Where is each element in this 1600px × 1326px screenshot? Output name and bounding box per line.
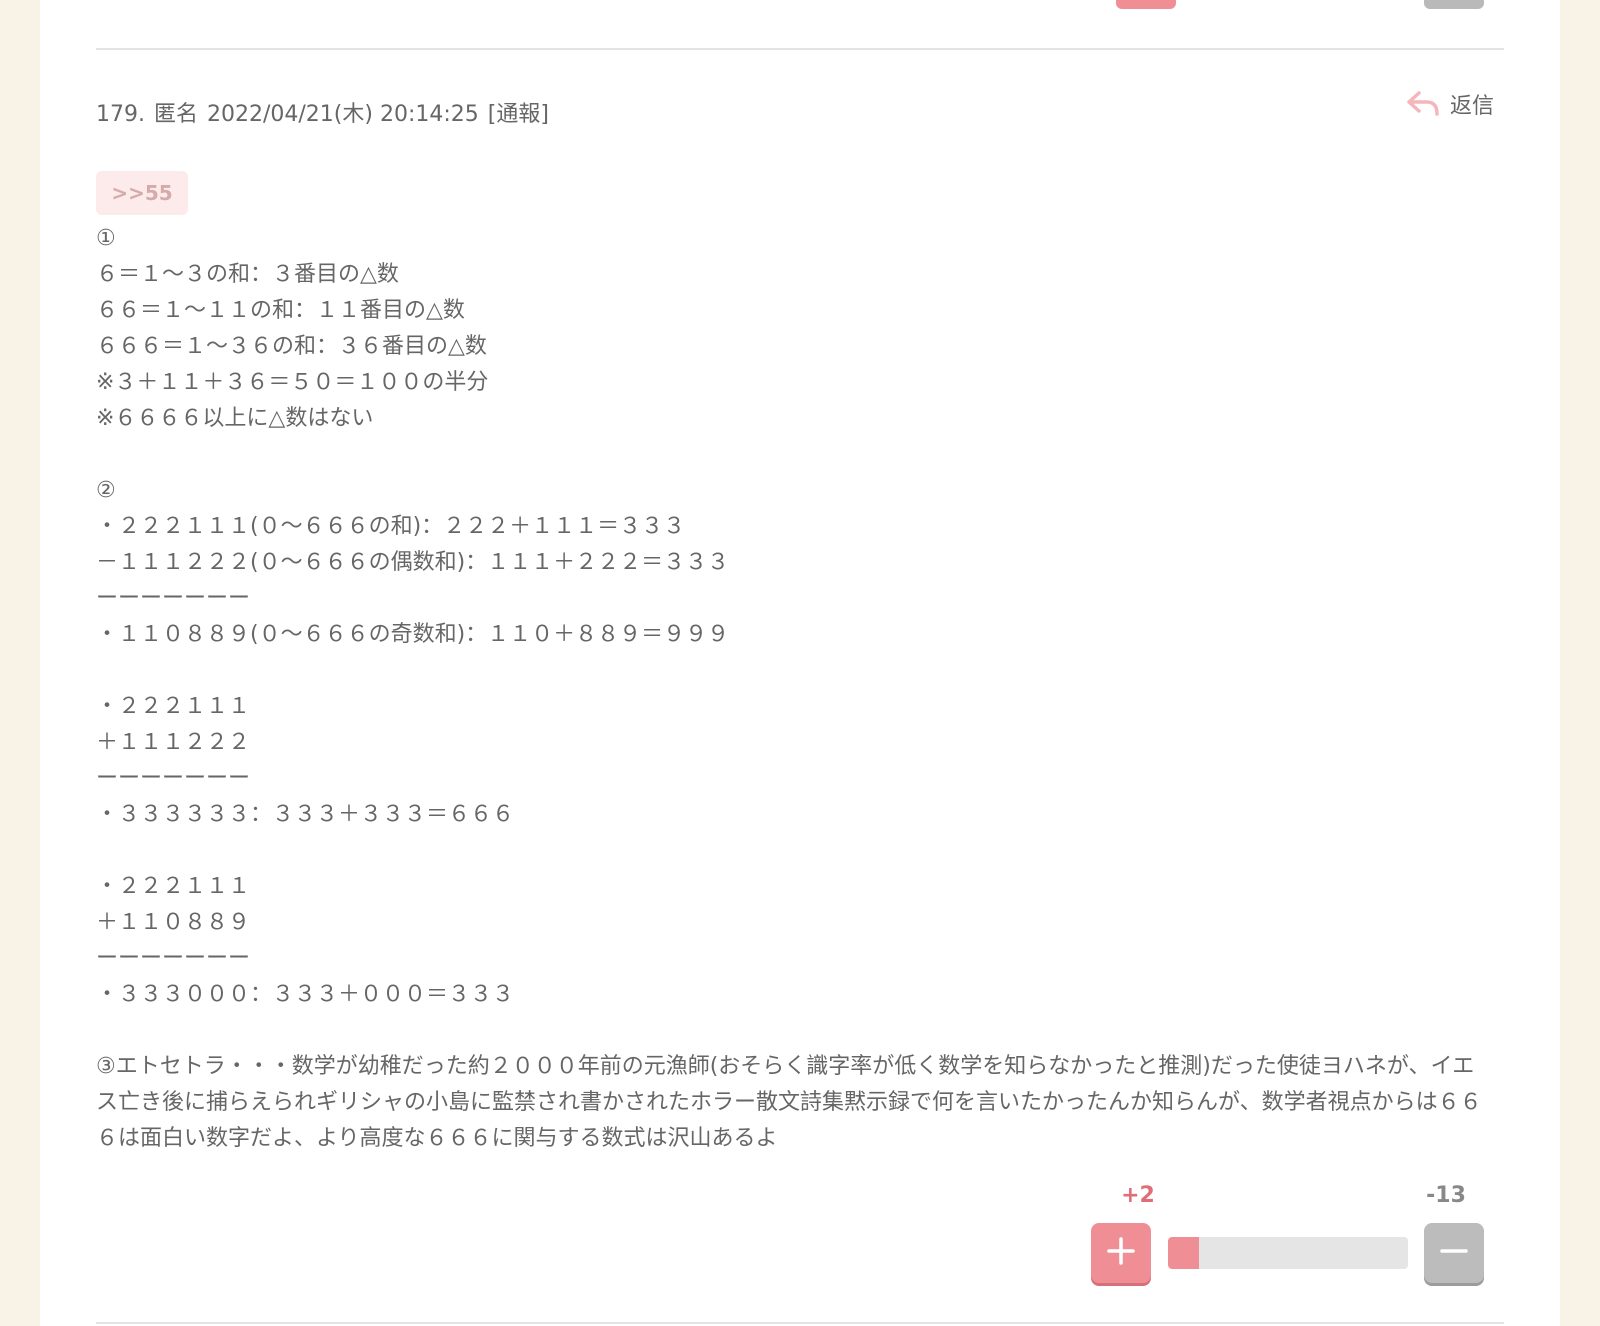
comment-body-line: ーーーーーーー bbox=[96, 946, 251, 971]
comment-page: 179. 匿名 2022/04/21(木) 20:14:25 [通報] 返信 >… bbox=[40, 0, 1560, 1326]
plus-vote-button[interactable] bbox=[1091, 1223, 1151, 1283]
comment-body-line: ６＝１～３の和：３番目の△数 bbox=[96, 262, 399, 287]
comment-body-line: ・２２２１１１ bbox=[96, 874, 251, 899]
comment-body: ① ６＝１～３の和：３番目の△数 ６６＝１～１１の和：１１番目の△数 ６６６＝１～３６… bbox=[96, 221, 1516, 1157]
vote-ratio-bar bbox=[1168, 1237, 1408, 1269]
comment-body-line: ６６＝１～１１の和：１１番目の△数 bbox=[96, 298, 465, 323]
plus-score: +2 bbox=[1121, 1183, 1155, 1208]
minus-icon bbox=[1439, 1236, 1469, 1270]
comment-body-line: ・３３３０００：３３３＋０００＝３３３ bbox=[96, 982, 515, 1007]
comment-body-line bbox=[96, 437, 1516, 473]
comment-divider-bottom bbox=[96, 1322, 1504, 1324]
comment-body-line: ・１１０８８９(０～６６６の奇数和)：１１０＋８８９＝９９９ bbox=[96, 622, 730, 647]
comment-body-line bbox=[96, 833, 1516, 869]
minus-score: -13 bbox=[1426, 1183, 1466, 1208]
previous-plus-button-edge[interactable] bbox=[1116, 0, 1176, 9]
comment-body-lines: ① ６＝１～３の和：３番目の△数 ６６＝１～１１の和：１１番目の△数 ６６６＝１～３６… bbox=[96, 221, 1516, 1049]
comment-body-line: ① bbox=[96, 226, 116, 251]
comment-body-line bbox=[96, 653, 1516, 689]
comment-body-line: ・３３３３３３：３３３＋３３３＝６６６ bbox=[96, 802, 515, 827]
comment-number: 179. bbox=[96, 102, 145, 127]
comment-body-line bbox=[96, 1013, 1516, 1049]
report-link[interactable]: [通報] bbox=[488, 102, 549, 127]
minus-vote-button[interactable] bbox=[1424, 1223, 1484, 1283]
comment-body-line: ② bbox=[96, 478, 116, 503]
comment-header: 179. 匿名 2022/04/21(木) 20:14:25 [通報] bbox=[96, 96, 551, 128]
comment-author: 匿名 bbox=[153, 102, 198, 127]
comment-body-line: ・２２２１１１ bbox=[96, 694, 251, 719]
plus-icon bbox=[1106, 1236, 1136, 1270]
comment-body-line: ※３＋１１＋３６＝５０＝１００の半分 bbox=[96, 370, 489, 395]
reply-label: 返信 bbox=[1449, 94, 1494, 119]
reply-button[interactable]: 返信 bbox=[1406, 88, 1494, 120]
comment-body-line: ーーーーーーー bbox=[96, 766, 251, 791]
anchor-link[interactable]: >>55 bbox=[96, 171, 188, 215]
comment-datetime: 2022/04/21(木) 20:14:25 bbox=[207, 102, 479, 127]
comment-body-line: ６６６＝１～３６の和：３６番目の△数 bbox=[96, 334, 487, 359]
vote-ratio-fill bbox=[1168, 1237, 1200, 1269]
reply-arrow-icon bbox=[1406, 90, 1440, 118]
comment-divider-top bbox=[96, 48, 1504, 50]
comment-body-line: ーーーーーーー bbox=[96, 586, 251, 611]
comment-body-line: ※６６６６以上に△数はない bbox=[96, 406, 374, 431]
comment-body-line: －１１１２２２(０～６６６の偶数和)：１１１＋２２２＝３３３ bbox=[96, 550, 730, 575]
comment-body-paragraph: ③エトセトラ・・・数学が幼稚だった約２０００年前の元漁師(おそらく識字率が低く数… bbox=[96, 1054, 1482, 1151]
previous-minus-button-edge[interactable] bbox=[1424, 0, 1484, 9]
comment-body-line: ＋１１１２２２ bbox=[96, 730, 251, 755]
comment-body-line: ＋１１０８８９ bbox=[96, 910, 251, 935]
comment-body-line: ・２２２１１１(０～６６６の和)：２２２＋１１１＝３３３ bbox=[96, 514, 686, 539]
